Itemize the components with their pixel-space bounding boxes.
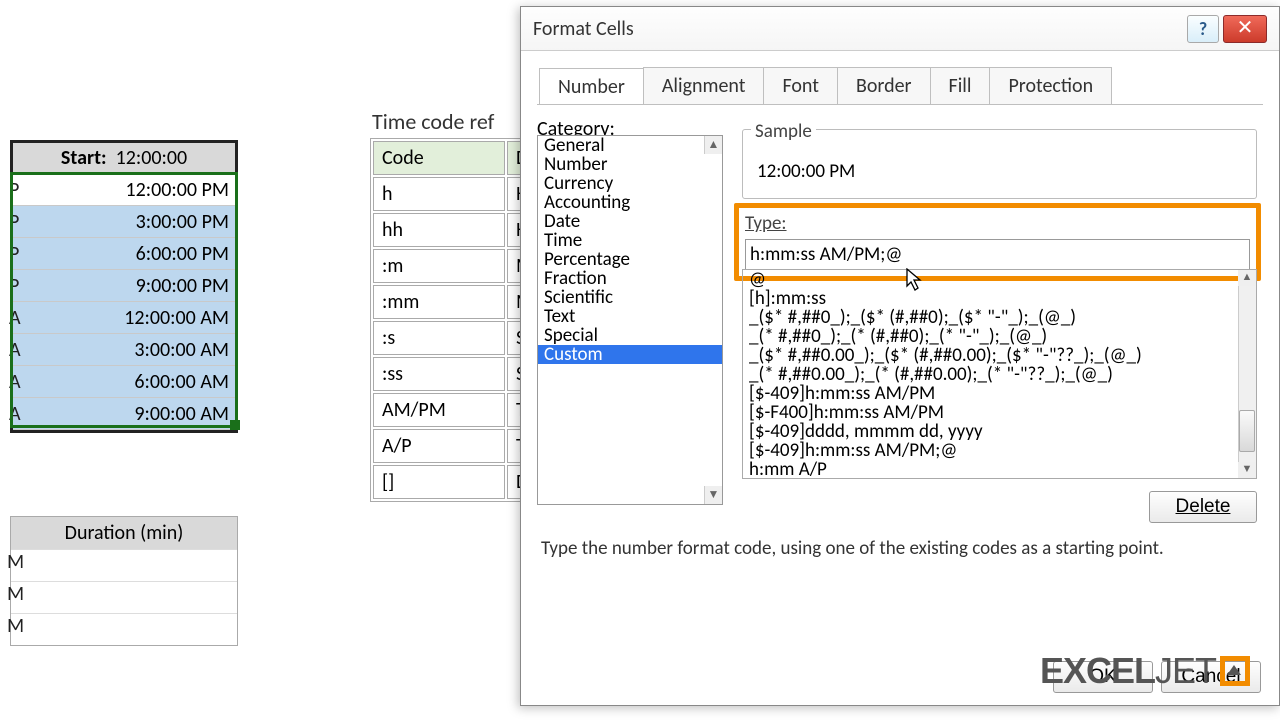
time-value: 9:00:00 AM	[13, 398, 235, 429]
coderef-code: :s	[373, 321, 505, 355]
tab-protection[interactable]: Protection	[989, 67, 1112, 104]
delete-button[interactable]: Delete	[1149, 491, 1257, 523]
category-item-custom[interactable]: Custom	[538, 345, 722, 364]
duration-header: Duration (min)	[11, 517, 237, 549]
coderef-title: Time code ref	[372, 108, 494, 135]
dialog-title: Format Cells	[533, 17, 634, 41]
duration-m-hint: M	[7, 582, 24, 606]
dialog-tabs: NumberAlignmentFontBorderFillProtection	[539, 67, 1279, 104]
sample-value: 12:00:00 PM	[743, 130, 1256, 183]
coderef-row: :mmM	[373, 285, 542, 319]
scroll-up-icon[interactable]: ▲	[1238, 270, 1256, 286]
help-button[interactable]: ?	[1187, 15, 1219, 43]
coderef-code: AM/PM	[373, 393, 505, 427]
coderef-row: :mM	[373, 249, 542, 283]
help-text: Type the number format code, using one o…	[541, 537, 1164, 560]
coderef-row: []D	[373, 465, 542, 499]
time-value: 12:00:00 PM	[13, 174, 235, 205]
time-value: 3:00:00 PM	[13, 206, 235, 237]
ampm-hint: P	[9, 174, 21, 206]
ampm-hint: A	[9, 334, 21, 366]
coderef-code: A/P	[373, 429, 505, 463]
tab-fill[interactable]: Fill	[930, 67, 991, 104]
coderef-code: :m	[373, 249, 505, 283]
start-time-block: Start: 12:00:00 P12:00:00 PMP3:00:00 PMP…	[10, 140, 238, 433]
watermark-icon	[1220, 656, 1250, 686]
type-input[interactable]	[745, 239, 1250, 270]
time-row[interactable]: P12:00:00 PM	[13, 174, 235, 206]
ampm-hint: A	[9, 398, 21, 430]
coderef-row: :sS	[373, 321, 542, 355]
coderef-code: :mm	[373, 285, 505, 319]
time-value: 12:00:00 AM	[13, 302, 235, 333]
time-row[interactable]: A6:00:00 AM	[13, 366, 235, 398]
coderef-code: []	[373, 465, 505, 499]
format-cells-dialog: Format Cells ? ✕ NumberAlignmentFontBord…	[520, 6, 1280, 706]
ampm-hint: A	[9, 366, 21, 398]
number-tab-body: Category: ▲ GeneralNumberCurrencyAccount…	[537, 104, 1263, 682]
duration-m-hint: M	[7, 614, 24, 638]
watermark-text-a: EXCEL	[1040, 650, 1155, 692]
coderef-code: h	[373, 177, 505, 211]
scroll-down-icon[interactable]: ▼	[704, 486, 722, 504]
ampm-hint: P	[9, 206, 21, 238]
time-row[interactable]: A3:00:00 AM	[13, 334, 235, 366]
time-value: 3:00:00 AM	[13, 334, 235, 365]
scroll-down-icon[interactable]: ▼	[1238, 462, 1256, 478]
watermark-text-b: JET	[1155, 650, 1216, 692]
time-row[interactable]: P9:00:00 PM	[13, 270, 235, 302]
time-rows[interactable]: P12:00:00 PMP3:00:00 PMP6:00:00 PMP9:00:…	[13, 174, 235, 430]
duration-row[interactable]: M	[11, 613, 237, 645]
coderef-code: :ss	[373, 357, 505, 391]
time-value: 6:00:00 PM	[13, 238, 235, 269]
time-row[interactable]: A9:00:00 AM	[13, 398, 235, 430]
scrollbar-track[interactable]: ▲ ▼	[1238, 270, 1256, 478]
tab-font[interactable]: Font	[763, 67, 837, 104]
scrollbar-thumb[interactable]	[1239, 410, 1255, 452]
duration-block: Duration (min) MMM	[10, 516, 238, 646]
coderef-row: hhH	[373, 213, 542, 247]
coderef-row: A/PT	[373, 429, 542, 463]
sample-label: Sample	[751, 120, 816, 143]
coderef-row: :ssS	[373, 357, 542, 391]
time-row[interactable]: P3:00:00 PM	[13, 206, 235, 238]
start-value: 12:00:00	[116, 146, 188, 170]
coderef-row: hH	[373, 177, 542, 211]
close-button[interactable]: ✕	[1223, 15, 1267, 43]
type-list[interactable]: @[h]:mm:ss_($* #,##0_);_($* (#,##0);_($*…	[742, 269, 1257, 479]
time-value: 6:00:00 AM	[13, 366, 235, 397]
type-label: Type:	[745, 212, 1250, 235]
ampm-hint: P	[9, 270, 21, 302]
category-list[interactable]: ▲ GeneralNumberCurrencyAccountingDateTim…	[537, 135, 723, 505]
ampm-hint: P	[9, 238, 21, 270]
type-list-item[interactable]: h:mm A/P	[743, 460, 1256, 479]
time-row[interactable]: P6:00:00 PM	[13, 238, 235, 270]
scroll-up-icon[interactable]: ▲	[704, 136, 722, 154]
tab-alignment[interactable]: Alignment	[643, 67, 765, 104]
coderef-code: hh	[373, 213, 505, 247]
start-header: Start: 12:00:00	[13, 143, 235, 174]
tab-border[interactable]: Border	[837, 67, 931, 104]
sample-box: Sample 12:00:00 PM	[742, 129, 1257, 199]
time-row[interactable]: A12:00:00 AM	[13, 302, 235, 334]
dialog-titlebar[interactable]: Format Cells ? ✕	[521, 7, 1279, 51]
exceljet-watermark: EXCELJET	[1040, 650, 1250, 692]
coderef-head-code: Code	[373, 141, 505, 175]
ampm-hint: A	[9, 302, 21, 334]
coderef-row: AM/PMT	[373, 393, 542, 427]
duration-m-hint: M	[7, 550, 24, 574]
duration-row[interactable]: M	[11, 581, 237, 613]
duration-row[interactable]: M	[11, 549, 237, 581]
tab-number[interactable]: Number	[539, 68, 644, 105]
coderef-table: Code D hHhhH:mM:mmM:sS:ssSAM/PMTA/PT[]D	[370, 138, 545, 502]
time-value: 9:00:00 PM	[13, 270, 235, 301]
start-label: Start:	[61, 146, 107, 170]
